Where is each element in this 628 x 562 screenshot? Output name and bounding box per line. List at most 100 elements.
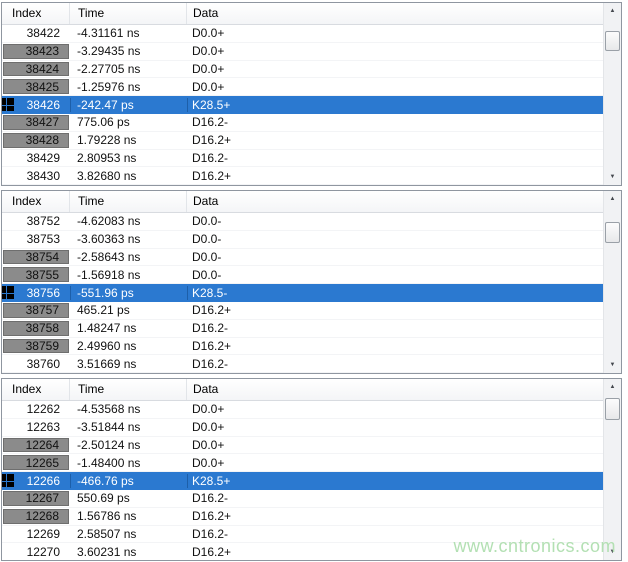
index-cell: 12262 xyxy=(2,401,70,418)
data-value: D0.0+ xyxy=(187,80,603,94)
column-header-index[interactable]: Index xyxy=(2,379,70,400)
index-cell: 38429 xyxy=(2,150,70,167)
table-row[interactable]: 38424 -2.27705 ns D0.0+ xyxy=(2,61,603,79)
index-value: 12268 xyxy=(3,509,69,524)
vertical-scrollbar[interactable]: ▲ ▼ xyxy=(603,191,621,373)
time-value: -2.58643 ns xyxy=(70,250,187,264)
index-value: 38759 xyxy=(3,339,69,354)
column-header-time[interactable]: Time xyxy=(70,379,187,400)
data-value: D16.2+ xyxy=(187,303,603,317)
index-cell: 38428 xyxy=(2,132,70,149)
scrollbar-thumb[interactable] xyxy=(605,31,620,51)
table-header: Index Time Data xyxy=(2,379,603,401)
data-value: D16.2+ xyxy=(187,133,603,147)
scroll-down-icon[interactable]: ▼ xyxy=(604,169,621,185)
data-value: D16.2- xyxy=(187,491,603,505)
column-header-index[interactable]: Index xyxy=(2,191,70,212)
index-value: 38422 xyxy=(3,26,69,41)
table-row[interactable]: 38759 2.49960 ns D16.2+ xyxy=(2,338,603,356)
listing-panel-3: Index Time Data 12262 -4.53568 ns D0.0+ xyxy=(1,378,622,561)
index-value: 38754 xyxy=(3,250,69,265)
table-row[interactable]: 38753 -3.60363 ns D0.0- xyxy=(2,231,603,249)
data-value: D0.0+ xyxy=(187,456,603,470)
index-value: 12270 xyxy=(3,544,69,559)
index-cell: 12267 xyxy=(2,490,70,507)
index-cell: 12263 xyxy=(2,419,70,436)
scroll-up-icon[interactable]: ▲ xyxy=(604,379,621,395)
time-value: -3.60363 ns xyxy=(70,232,187,246)
index-value: 12269 xyxy=(3,527,69,542)
table-row[interactable]: 38758 1.48247 ns D16.2- xyxy=(2,320,603,338)
column-header-time[interactable]: Time xyxy=(70,3,187,24)
table-row[interactable]: 38428 1.79228 ns D16.2+ xyxy=(2,132,603,150)
index-cell: 38753 xyxy=(2,231,70,248)
index-value: 38753 xyxy=(3,232,69,247)
table-row[interactable]: 12263 -3.51844 ns D0.0+ xyxy=(2,419,603,437)
time-value: 550.69 ps xyxy=(70,491,187,505)
index-cell: 38423 xyxy=(2,43,70,60)
index-cell: 12268 xyxy=(2,508,70,525)
table-row[interactable]: 38756 -551.96 ps K28.5- xyxy=(2,284,603,302)
index-value: 12263 xyxy=(3,420,69,435)
table-row[interactable]: 38752 -4.62083 ns D0.0- xyxy=(2,213,603,231)
table-row[interactable]: 38760 3.51669 ns D16.2- xyxy=(2,355,603,373)
index-cell: 38757 xyxy=(2,302,70,319)
index-cell: 38755 xyxy=(2,266,70,283)
data-value: D16.2+ xyxy=(187,509,603,523)
table-row[interactable]: 38430 3.82680 ns D16.2+ xyxy=(2,167,603,185)
time-value: -3.51844 ns xyxy=(70,420,187,434)
index-value: 38429 xyxy=(3,151,69,166)
vertical-scrollbar[interactable]: ▲ ▼ xyxy=(603,379,621,560)
table-row[interactable]: 12264 -2.50124 ns D0.0+ xyxy=(2,437,603,455)
column-header-data[interactable]: Data xyxy=(187,379,603,400)
column-header-data[interactable]: Data xyxy=(187,191,603,212)
table-row[interactable]: 38423 -3.29435 ns D0.0+ xyxy=(2,43,603,61)
data-value: D0.0- xyxy=(187,250,603,264)
index-cell: 38758 xyxy=(2,320,70,337)
table-row[interactable]: 38426 -242.47 ps K28.5+ xyxy=(2,96,603,114)
scrollbar-thumb[interactable] xyxy=(605,398,620,420)
data-value: D16.2+ xyxy=(187,169,603,183)
vertical-scrollbar[interactable]: ▲ ▼ xyxy=(603,3,621,185)
table-row[interactable]: 38425 -1.25976 ns D0.0+ xyxy=(2,78,603,96)
table-body: 38752 -4.62083 ns D0.0- 38753 -3.60363 n… xyxy=(2,213,603,373)
time-value: -1.25976 ns xyxy=(70,80,187,94)
index-value: 38760 xyxy=(3,356,69,371)
table-row[interactable]: 38427 775.06 ps D16.2- xyxy=(2,114,603,132)
table-row[interactable]: 12266 -466.76 ps K28.5+ xyxy=(2,472,603,490)
scroll-up-icon[interactable]: ▲ xyxy=(604,3,621,19)
index-value: 38427 xyxy=(3,115,69,130)
table-row[interactable]: 38757 465.21 ps D16.2+ xyxy=(2,302,603,320)
index-value: 38756 xyxy=(3,285,69,300)
scroll-down-icon[interactable]: ▼ xyxy=(604,357,621,373)
time-value: 3.82680 ns xyxy=(70,169,187,183)
scrollbar-thumb[interactable] xyxy=(605,222,620,243)
index-cell: 38425 xyxy=(2,78,70,95)
column-header-time[interactable]: Time xyxy=(70,191,187,212)
index-value: 12267 xyxy=(3,491,69,506)
table-row[interactable]: 38422 -4.31161 ns D0.0+ xyxy=(2,25,603,43)
time-value: 1.56786 ns xyxy=(70,509,187,523)
table-row[interactable]: 12268 1.56786 ns D16.2+ xyxy=(2,508,603,526)
index-value: 12266 xyxy=(3,473,69,488)
table-row[interactable]: 12265 -1.48400 ns D0.0+ xyxy=(2,454,603,472)
table-row[interactable]: 38429 2.80953 ns D16.2- xyxy=(2,150,603,168)
table-body: 38422 -4.31161 ns D0.0+ 38423 -3.29435 n… xyxy=(2,25,603,185)
watermark: www.cntronics.com xyxy=(453,536,616,557)
scroll-up-icon[interactable]: ▲ xyxy=(604,191,621,207)
time-value: -3.29435 ns xyxy=(70,44,187,58)
index-cell: 38756 xyxy=(2,284,70,301)
table-row[interactable]: 12262 -4.53568 ns D0.0+ xyxy=(2,401,603,419)
column-header-data[interactable]: Data xyxy=(187,3,603,24)
table-row[interactable]: 12267 550.69 ps D16.2- xyxy=(2,490,603,508)
table-row[interactable]: 38755 -1.56918 ns D0.0- xyxy=(2,266,603,284)
data-value: D0.0- xyxy=(187,268,603,282)
column-header-index[interactable]: Index xyxy=(2,3,70,24)
index-cell: 38430 xyxy=(2,167,70,184)
time-value: 775.06 ps xyxy=(70,115,187,129)
index-cell: 38424 xyxy=(2,61,70,78)
data-value: D16.2- xyxy=(187,151,603,165)
index-value: 38424 xyxy=(3,62,69,77)
table-row[interactable]: 38754 -2.58643 ns D0.0- xyxy=(2,249,603,267)
time-value: 465.21 ps xyxy=(70,303,187,317)
